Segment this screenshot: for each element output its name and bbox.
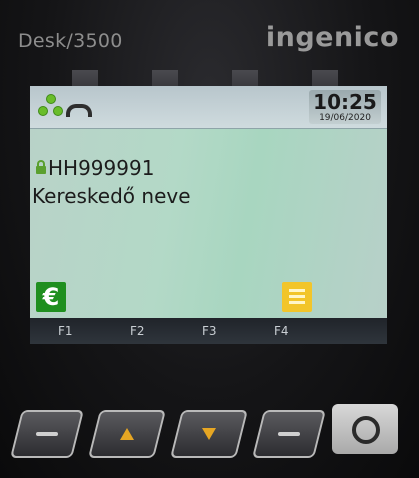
arrow-up-icon: [120, 428, 134, 440]
hardware-keypad: [0, 380, 419, 478]
padlock-icon: [36, 160, 46, 174]
up-arrow-key[interactable]: [88, 410, 166, 458]
dash-left-icon: [36, 432, 58, 436]
dash-right-icon: [278, 432, 300, 436]
bezel-tab: [312, 70, 338, 86]
function-key-bar: F1 F2 F3 F4: [30, 318, 387, 344]
bezel-tab: [232, 70, 258, 86]
time-display: 10:25: [313, 90, 377, 114]
phone-handset-icon: [66, 104, 92, 117]
f1-key[interactable]: [10, 410, 84, 458]
fkey-label-f2: F2: [130, 324, 145, 338]
clock: 10:25 19/06/2020: [309, 90, 381, 124]
terminal-screen: 10:25 19/06/2020 HH999991 Kereskedő neve…: [30, 86, 387, 344]
fkey-label-f4: F4: [274, 324, 289, 338]
fkey-label-f1: F1: [58, 324, 73, 338]
terminal-id: HH999991: [48, 156, 155, 180]
f4-key[interactable]: [252, 410, 326, 458]
arrow-down-icon: [202, 428, 216, 440]
status-bar: 10:25 19/06/2020: [30, 86, 387, 129]
network-dots-icon: [38, 94, 63, 118]
device-model-label: Desk/3500: [18, 30, 123, 52]
merchant-name: Kereskedő neve: [32, 184, 191, 208]
bezel-tab: [72, 70, 98, 86]
ok-circle-icon: [352, 416, 380, 444]
payment-terminal: Desk/3500 ingenico 10:25 19/06/2020 HH99…: [0, 0, 419, 478]
date-display: 19/06/2020: [319, 113, 371, 123]
brand-logo: ingenico: [265, 22, 399, 53]
bezel-tab: [152, 70, 178, 86]
fkey-label-f3: F3: [202, 324, 217, 338]
euro-payment-softkey[interactable]: €: [36, 282, 66, 312]
ok-key[interactable]: [332, 404, 398, 454]
down-arrow-key[interactable]: [170, 410, 248, 458]
list-menu-icon[interactable]: [282, 282, 312, 312]
